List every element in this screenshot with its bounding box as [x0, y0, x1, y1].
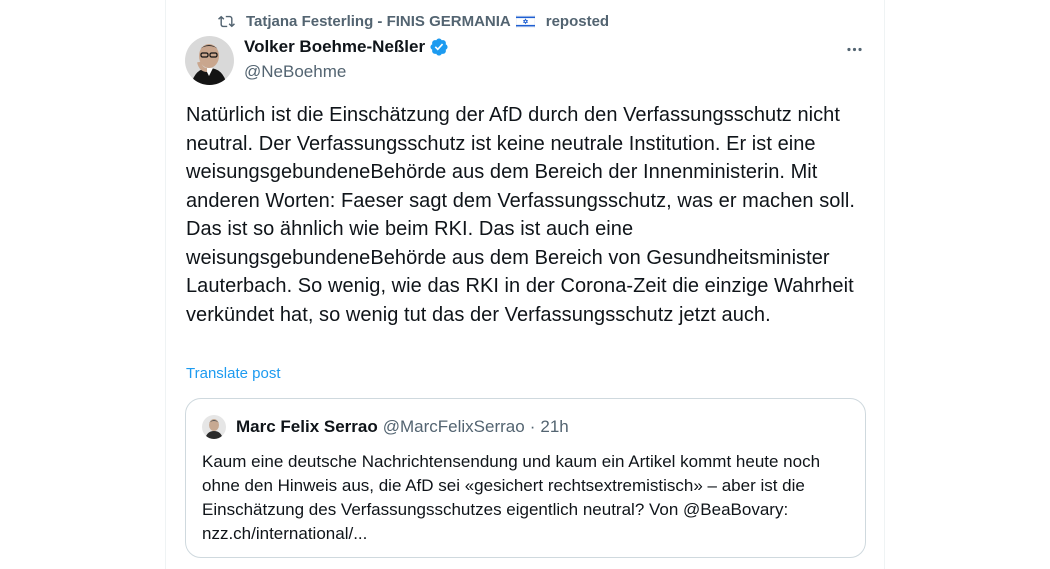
quoted-timestamp[interactable]: 21h — [540, 417, 568, 437]
repost-user[interactable]: Tatjana Festerling - FINIS GERMANIA — [246, 13, 511, 30]
more-options-icon[interactable] — [842, 37, 866, 61]
post-text: Natürlich ist die Einschätzung der AfD d… — [186, 104, 856, 326]
quoted-author-handle[interactable]: @MarcFelixSerrao — [383, 417, 525, 437]
repost-label: reposted — [545, 12, 610, 30]
verified-badge-icon[interactable] — [429, 37, 449, 57]
israel-flag-icon — [515, 14, 535, 28]
quoted-author-name[interactable]: Marc Felix Serrao — [236, 417, 378, 437]
repost-icon — [218, 15, 235, 27]
author-avatar[interactable] — [185, 36, 234, 85]
author-name-row[interactable]: Volker Boehme-Neßler — [244, 36, 449, 58]
quoted-separator: · — [529, 417, 536, 436]
author-handle[interactable]: @NeBoehme — [244, 62, 346, 82]
post-column: Tatjana Festerling - FINIS GERMANIA repo… — [165, 0, 885, 569]
quoted-author-avatar[interactable] — [202, 415, 226, 439]
quoted-post-header: Marc Felix Serrao @MarcFelixSerrao · 21h — [202, 415, 569, 439]
repost-banner[interactable]: Tatjana Festerling - FINIS GERMANIA repo… — [218, 11, 609, 31]
author-name[interactable]: Volker Boehme-Neßler — [244, 37, 425, 57]
quoted-post[interactable]: Marc Felix Serrao @MarcFelixSerrao · 21h… — [185, 398, 866, 558]
quoted-post-text: Kaum eine deutsche Nachrichtensendung un… — [202, 452, 821, 543]
translate-post-link[interactable]: Translate post — [186, 365, 281, 382]
